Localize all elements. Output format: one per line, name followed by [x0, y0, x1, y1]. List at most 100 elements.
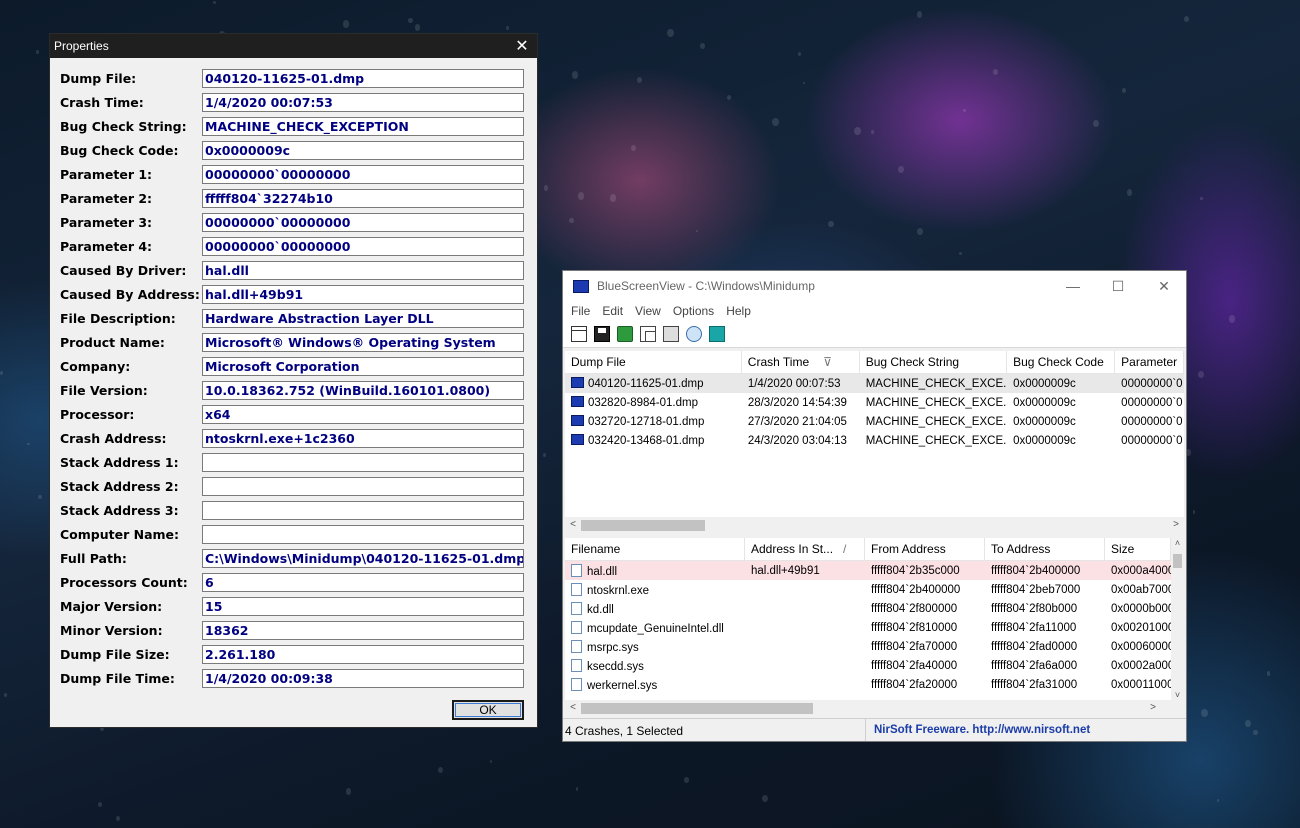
driver-row[interactable]: werkernel.sys fffff804`2fa20000 fffff804`2…: [565, 675, 1171, 694]
property-label: Crash Address:: [60, 431, 167, 446]
property-value-field[interactable]: C:\Windows\Minidump\040120-11625-01.dmp: [202, 549, 524, 568]
property-value-field[interactable]: hal.dll+49b91: [202, 285, 524, 304]
property-value-field[interactable]: Hardware Abstraction Layer DLL: [202, 309, 524, 328]
column-size[interactable]: Size: [1105, 538, 1171, 560]
close-icon[interactable]: ✕: [507, 36, 537, 56]
cell-time: 24/3/2020 03:04:13: [747, 434, 847, 447]
property-value-field[interactable]: [202, 453, 524, 472]
rain-drop: [0, 371, 4, 376]
property-value-field[interactable]: 10.0.18362.752 (WinBuild.160101.0800): [202, 381, 524, 400]
scroll-down-icon[interactable]: ˅: [1171, 690, 1184, 700]
rain-drop: [115, 816, 121, 822]
exit-icon[interactable]: [709, 326, 725, 342]
property-value-field[interactable]: Microsoft® Windows® Operating System: [202, 333, 524, 352]
property-value-field[interactable]: hal.dll: [202, 261, 524, 280]
column-crash-time[interactable]: Crash Time ⊽: [742, 351, 860, 373]
minimize-button[interactable]: —: [1050, 271, 1096, 301]
property-value-field[interactable]: 040120-11625-01.dmp: [202, 69, 524, 88]
driver-list-vscrollbar[interactable]: ˄ ˅: [1171, 538, 1184, 700]
menu-options[interactable]: Options: [667, 304, 720, 318]
driver-list-hscrollbar[interactable]: < >: [565, 700, 1171, 716]
property-label: Parameter 1:: [60, 167, 153, 182]
dump-row[interactable]: 032720-12718-01.dmp 27/3/2020 21:04:05 MAC…: [565, 412, 1184, 431]
property-value-field[interactable]: 2.261.180: [202, 645, 524, 664]
driver-row[interactable]: kd.dll fffff804`2f800000 fffff804`2f80b000…: [565, 599, 1171, 618]
menu-help[interactable]: Help: [720, 304, 757, 318]
menu-edit[interactable]: Edit: [596, 304, 629, 318]
copy-icon[interactable]: [640, 326, 656, 342]
cell-param: 00000000`0: [1121, 377, 1183, 390]
property-row: Stack Address 2:: [50, 477, 537, 497]
rain-drop: [345, 788, 352, 795]
property-value-field[interactable]: [202, 477, 524, 496]
maximize-button[interactable]: ☐: [1095, 271, 1141, 301]
scroll-left-icon[interactable]: <: [565, 517, 581, 533]
property-value-field[interactable]: ntoskrnl.exe+1c2360: [202, 429, 524, 448]
property-value-field[interactable]: x64: [202, 405, 524, 424]
close-button[interactable]: ✕: [1141, 271, 1187, 301]
property-value-field[interactable]: MACHINE_CHECK_EXCEPTION: [202, 117, 524, 136]
property-value-field[interactable]: 00000000`00000000: [202, 213, 524, 232]
html-report-icon[interactable]: [663, 326, 679, 342]
dump-row[interactable]: 032420-13468-01.dmp 24/3/2020 03:04:13 MAC…: [565, 431, 1184, 450]
property-value-field[interactable]: Microsoft Corporation: [202, 357, 524, 376]
ok-button[interactable]: OK: [452, 700, 524, 720]
menu-view[interactable]: View: [629, 304, 667, 318]
cell-size: 0x0000b000: [1111, 602, 1171, 615]
scroll-right-icon[interactable]: >: [1145, 700, 1161, 716]
property-value-field[interactable]: 15: [202, 597, 524, 616]
column-from-address[interactable]: From Address: [865, 538, 985, 560]
driver-file-icon: [571, 582, 582, 596]
driver-row[interactable]: ntoskrnl.exe fffff804`2b400000 fffff804`2b…: [565, 580, 1171, 599]
scrollbar-thumb[interactable]: [581, 703, 813, 714]
property-value-field[interactable]: 00000000`00000000: [202, 165, 524, 184]
scrollbar-thumb[interactable]: [581, 520, 705, 531]
column-to-address[interactable]: To Address: [985, 538, 1105, 560]
property-value-field[interactable]: [202, 525, 524, 544]
property-value-field[interactable]: 1/4/2020 00:07:53: [202, 93, 524, 112]
property-row: Bug Check String: MACHINE_CHECK_EXCEPTION: [50, 117, 537, 137]
property-value-field[interactable]: fffff804`32274b10: [202, 189, 524, 208]
driver-row[interactable]: ksecdd.sys fffff804`2fa40000 fffff804`2fa6…: [565, 656, 1171, 675]
driver-row[interactable]: msrpc.sys fffff804`2fa70000 fffff804`2fad0…: [565, 637, 1171, 656]
rain-drop: [213, 0, 216, 4]
refresh-icon[interactable]: [617, 326, 633, 342]
menu-file[interactable]: File: [565, 304, 596, 318]
properties-icon[interactable]: [571, 326, 587, 342]
bluescreenview-window: BlueScreenView - C:\Windows\Minidump — ☐…: [562, 270, 1187, 742]
driver-row[interactable]: hal.dll hal.dll+49b91 fffff804`2b35c000 fff…: [565, 561, 1171, 580]
property-value-field[interactable]: 00000000`00000000: [202, 237, 524, 256]
vscrollbar-thumb[interactable]: [1173, 554, 1182, 568]
property-value-field[interactable]: [202, 501, 524, 520]
driver-row[interactable]: mcupdate_GenuineIntel.dll fffff804`2f8100…: [565, 618, 1171, 637]
save-icon[interactable]: [594, 326, 610, 342]
rain-drop: [505, 26, 509, 31]
cell-addr: hal.dll+49b91: [751, 564, 820, 577]
rain-drop: [1266, 671, 1271, 676]
cell-time: 1/4/2020 00:07:53: [747, 377, 841, 390]
rain-drop: [695, 229, 698, 233]
find-icon[interactable]: [686, 326, 702, 342]
property-row: Bug Check Code: 0x0000009c: [50, 141, 537, 161]
status-bar: 4 Crashes, 1 Selected NirSoft Freeware. …: [563, 718, 1186, 741]
scroll-up-icon[interactable]: ˄: [1171, 538, 1184, 548]
dump-row[interactable]: 040120-11625-01.dmp 1/4/2020 00:07:53 MACH…: [565, 374, 1184, 393]
property-value-field[interactable]: 1/4/2020 00:09:38: [202, 669, 524, 688]
rain-drop: [870, 130, 875, 134]
column-dump-file[interactable]: Dump File: [565, 351, 742, 373]
column-bug-check-code[interactable]: Bug Check Code: [1007, 351, 1116, 373]
column-parameter[interactable]: Parameter: [1115, 351, 1184, 373]
column-address-in-stack[interactable]: Address In St... /: [745, 538, 865, 560]
property-value-field[interactable]: 0x0000009c: [202, 141, 524, 160]
cell-string: MACHINE_CHECK_EXCE...: [865, 377, 1008, 390]
scroll-right-icon[interactable]: >: [1168, 517, 1184, 533]
column-filename[interactable]: Filename: [565, 538, 745, 560]
nirsoft-link[interactable]: NirSoft Freeware. http://www.nirsoft.net: [866, 724, 1090, 736]
property-value-field[interactable]: 18362: [202, 621, 524, 640]
property-value-field[interactable]: 6: [202, 573, 524, 592]
dump-list-hscrollbar[interactable]: < >: [565, 517, 1184, 533]
rain-drop: [958, 251, 963, 256]
scroll-left-icon[interactable]: <: [565, 700, 581, 716]
column-bug-check-string[interactable]: Bug Check String: [860, 351, 1008, 373]
dump-row[interactable]: 032820-8984-01.dmp 28/3/2020 14:54:39 MACH…: [565, 393, 1184, 412]
